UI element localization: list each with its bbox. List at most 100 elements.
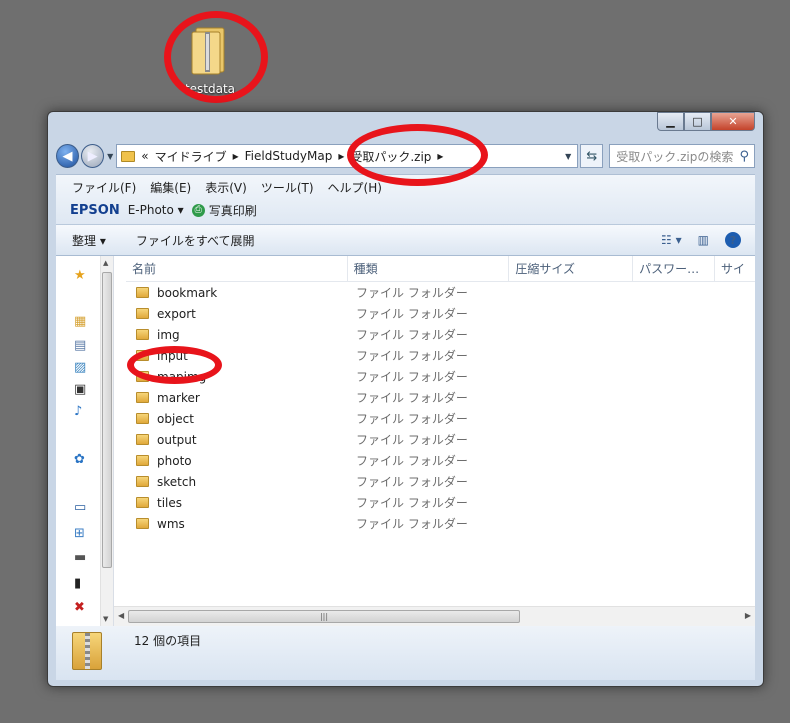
horizontal-scrollbar[interactable]: ◀ ||| ▶ xyxy=(114,606,755,626)
view-options-icon[interactable]: ☷ ▾ xyxy=(661,233,682,247)
file-row[interactable]: object ファイル フォルダー xyxy=(126,408,755,429)
column-header: 名前 種類 圧縮サイズ パスワー… サイ xyxy=(126,255,755,282)
minimize-button[interactable]: ▁ xyxy=(657,112,684,131)
folder-icon xyxy=(136,413,149,424)
file-row[interactable]: sketch ファイル フォルダー xyxy=(126,471,755,492)
file-type: ファイル フォルダー xyxy=(356,370,468,384)
documents-icon[interactable]: ▤ xyxy=(74,338,92,354)
file-name-text: wms xyxy=(157,516,185,531)
file-type: ファイル フォルダー xyxy=(356,475,468,489)
file-list: 名前 種類 圧縮サイズ パスワー… サイ bookmark ファイル フォルダー e… xyxy=(126,255,755,606)
menu-help[interactable]: ヘルプ(H) xyxy=(328,179,382,196)
organize-button[interactable]: 整理 ▾ xyxy=(72,232,106,249)
file-name[interactable]: wms xyxy=(126,517,348,531)
file-row[interactable]: wms ファイル フォルダー xyxy=(126,513,755,534)
file-type: ファイル フォルダー xyxy=(356,433,468,447)
file-type: ファイル フォルダー xyxy=(356,454,468,468)
hscroll-thumb[interactable]: ||| xyxy=(128,610,520,623)
file-name[interactable]: export xyxy=(126,307,348,321)
file-row[interactable]: bookmark ファイル フォルダー xyxy=(126,282,755,303)
file-name[interactable]: sketch xyxy=(126,475,348,489)
file-name[interactable]: bookmark xyxy=(126,286,348,300)
extract-all-button[interactable]: ファイルをすべて展開 xyxy=(136,232,255,249)
file-name[interactable]: marker xyxy=(126,391,348,405)
file-name-text: bookmark xyxy=(157,285,218,300)
windows-drive-icon[interactable]: ⊞ xyxy=(74,526,92,542)
view-controls: ☷ ▾ ▥ ? xyxy=(645,232,741,248)
file-name-text: output xyxy=(157,432,197,447)
photo-print-button[interactable]: 写真印刷 xyxy=(209,202,257,219)
file-row[interactable]: output ファイル フォルダー xyxy=(126,429,755,450)
drive-icon[interactable]: ▬ xyxy=(74,550,92,566)
file-name[interactable]: photo xyxy=(126,454,348,468)
music-icon[interactable]: ♪ xyxy=(74,404,92,420)
nav-scrollbar[interactable]: ▲ ▼ xyxy=(100,256,113,626)
col-password[interactable]: パスワー… xyxy=(633,255,716,282)
scroll-up-icon[interactable]: ▲ xyxy=(103,259,108,267)
libraries-icon[interactable]: ▦ xyxy=(74,314,92,330)
back-button[interactable]: ◀ xyxy=(56,144,80,168)
menu-file[interactable]: ファイル(F) xyxy=(72,179,136,196)
navigation-pane: ★ ▦ ▤ ▨ ▣ ♪ ✿ ▭ ⊞ ▬ ▮ ✖ ▲ ▼ xyxy=(56,256,114,626)
file-row[interactable]: tiles ファイル フォルダー xyxy=(126,492,755,513)
zip-folder-icon xyxy=(121,150,136,162)
content-area: ★ ▦ ▤ ▨ ▣ ♪ ✿ ▭ ⊞ ▬ ▮ ✖ ▲ ▼ 名前 種類 圧縮サイズ … xyxy=(56,255,755,626)
pictures-icon[interactable]: ▨ xyxy=(74,360,92,376)
close-button[interactable]: ✕ xyxy=(711,112,755,131)
menu-view[interactable]: 表示(V) xyxy=(205,179,247,196)
explorer-window: ▁ □ ✕ ◀ ▶ ▼ « マイドライブ ▸ FieldStudyMap ▸ 受… xyxy=(47,111,764,687)
scroll-thumb[interactable] xyxy=(102,272,112,568)
col-compressed-size[interactable]: 圧縮サイズ xyxy=(509,255,634,282)
file-row[interactable]: photo ファイル フォルダー xyxy=(126,450,755,471)
external-drive-icon[interactable]: ▮ xyxy=(74,576,92,592)
folder-icon xyxy=(136,434,149,445)
file-name[interactable]: output xyxy=(126,433,348,447)
menu-tools[interactable]: ツール(T) xyxy=(261,179,314,196)
search-placeholder: 受取パック.zipの検索 xyxy=(616,149,734,164)
caption-buttons: ▁ □ ✕ xyxy=(657,112,755,131)
homegroup-icon[interactable]: ✿ xyxy=(74,452,92,468)
file-name-text: tiles xyxy=(157,495,183,510)
crumb-mydrive[interactable]: マイドライブ xyxy=(155,148,227,165)
col-type[interactable]: 種類 xyxy=(348,255,510,282)
computer-icon[interactable]: ▭ xyxy=(74,500,92,516)
refresh-icon[interactable]: ⇆ xyxy=(580,144,604,168)
folder-icon xyxy=(136,308,149,319)
file-row[interactable]: img ファイル フォルダー xyxy=(126,324,755,345)
file-type: ファイル フォルダー xyxy=(356,496,468,510)
file-rows: bookmark ファイル フォルダー export ファイル フォルダー img ファイ… xyxy=(126,282,755,534)
col-size[interactable]: サイ xyxy=(715,256,755,282)
file-type: ファイル フォルダー xyxy=(356,391,468,405)
network-drive-icon[interactable]: ✖ xyxy=(74,600,92,616)
file-type: ファイル フォルダー xyxy=(356,307,468,321)
favorites-star-icon[interactable]: ★ xyxy=(74,268,92,284)
address-dropdown-icon[interactable]: ▼ xyxy=(565,152,571,161)
file-name[interactable]: tiles xyxy=(126,496,348,510)
ephoto-menu[interactable]: E-Photo ▾ xyxy=(128,203,184,217)
forward-button[interactable]: ▶ xyxy=(81,144,105,168)
scroll-down-icon[interactable]: ▼ xyxy=(103,615,108,623)
crumb-fieldstudymap[interactable]: FieldStudyMap xyxy=(245,149,333,163)
menu-edit[interactable]: 編集(E) xyxy=(150,179,191,196)
file-type: ファイル フォルダー xyxy=(356,517,468,531)
crumb-separator[interactable]: ▸ xyxy=(338,149,344,163)
search-icon[interactable]: ⚲ xyxy=(739,149,754,164)
history-dropdown-icon[interactable]: ▼ xyxy=(107,152,113,161)
preview-pane-icon[interactable]: ▥ xyxy=(698,233,709,247)
file-type: ファイル フォルダー xyxy=(356,286,468,300)
file-row[interactable]: export ファイル フォルダー xyxy=(126,303,755,324)
file-row[interactable]: marker ファイル フォルダー xyxy=(126,387,755,408)
videos-icon[interactable]: ▣ xyxy=(74,382,92,398)
search-input[interactable]: 受取パック.zipの検索 ⚲ xyxy=(609,144,756,168)
col-name[interactable]: 名前 xyxy=(126,255,348,282)
scroll-right-icon[interactable]: ▶ xyxy=(745,611,751,620)
folder-icon xyxy=(136,455,149,466)
file-name[interactable]: img xyxy=(126,328,348,342)
maximize-button[interactable]: □ xyxy=(684,112,711,131)
file-name[interactable]: object xyxy=(126,412,348,426)
help-icon[interactable]: ? xyxy=(725,232,741,248)
crumb-separator[interactable]: ▸ xyxy=(233,149,239,163)
zip-folder-icon xyxy=(72,632,102,670)
scroll-left-icon[interactable]: ◀ xyxy=(118,611,124,620)
crumb-overflow[interactable]: « xyxy=(141,149,148,163)
